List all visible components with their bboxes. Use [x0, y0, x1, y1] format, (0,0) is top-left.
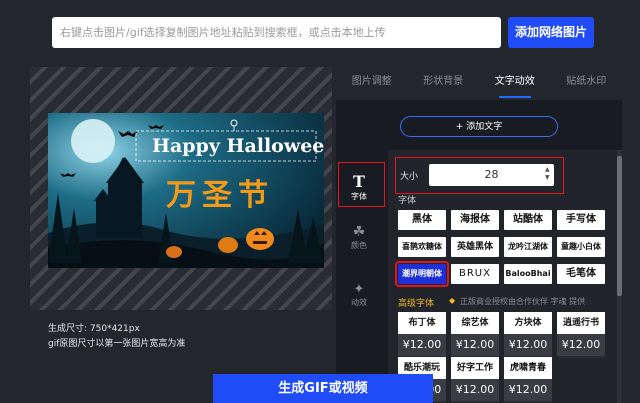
font-option-selected[interactable]: 潮界明朝体	[395, 261, 449, 287]
tab-sticker-watermark[interactable]: 贴纸水印	[551, 70, 623, 100]
font-option[interactable]: 海报体	[451, 210, 499, 230]
banner-subtitle[interactable]: 万圣节	[166, 170, 274, 214]
side-item-effect[interactable]: ✦ 动效	[336, 282, 382, 308]
size-label: 大小	[400, 172, 419, 182]
diamond-icon: ◆	[449, 296, 456, 305]
premium-font-price: ¥12.00	[398, 334, 446, 356]
add-text-button[interactable]: + 添加文字	[400, 116, 558, 137]
side-item-color-label: 颜色	[351, 241, 367, 250]
premium-font-label: 高级字体	[398, 299, 435, 309]
premium-font-note: 正版商业授权由合作伙伴 字魂 提供	[460, 297, 586, 306]
output-size-text: 生成尺寸: 750*421px	[48, 324, 140, 334]
premium-font-card[interactable]: 逍遥行书 ¥12.00	[557, 312, 605, 358]
font-option[interactable]: 站酷体	[504, 210, 552, 230]
font-option[interactable]: 毛笔体	[557, 264, 605, 284]
tab-image-adjust[interactable]: 图片调整	[336, 70, 408, 100]
premium-font-price: ¥12.00	[557, 334, 605, 356]
premium-font-price: ¥12.00	[504, 334, 552, 356]
font-option[interactable]: 手写体	[557, 210, 605, 230]
side-item-color[interactable]: ☘ 颜色	[336, 224, 382, 251]
generate-gif-video-button[interactable]: 生成GIF或视频	[213, 374, 433, 403]
sparkle-stars-icon: ✦	[353, 282, 365, 297]
premium-font-name: 好字工作	[451, 357, 499, 379]
gif-size-note: gif原图尺寸以第一张图片宽高为准	[48, 339, 186, 349]
halloween-banner-image: Happy Halloween 万圣节	[48, 113, 324, 268]
font-option[interactable]: 喜鹊欢糖体	[398, 237, 446, 257]
font-menu-highlight	[338, 162, 385, 207]
add-network-image-button[interactable]: 添加网络图片	[508, 17, 594, 48]
premium-font-price: ¥12.00	[451, 379, 499, 401]
premium-font-name: 虎啸青春	[504, 357, 552, 379]
font-section-label: 字体	[398, 196, 417, 206]
premium-font-card[interactable]: 虎啸青春 ¥12.00	[504, 357, 552, 403]
paint-bucket-icon: ☘	[352, 224, 366, 240]
image-url-search-input[interactable]: 右键点击图片/gif选择复制图片地址粘贴到搜索框，或点击本地上传	[52, 17, 501, 48]
font-option[interactable]: 童趣小白体	[557, 237, 605, 257]
font-option[interactable]: 龙吟江湖体	[504, 237, 552, 257]
tab-text-animation[interactable]: 文字动效	[479, 70, 551, 100]
font-size-stepper[interactable]: 28	[429, 164, 554, 186]
font-option[interactable]: BRUX	[451, 264, 499, 284]
stepper-arrows-icon[interactable]: ▲ ▼	[545, 166, 550, 182]
premium-font-name: 逍遥行书	[557, 312, 605, 334]
premium-font-price: ¥12.00	[451, 334, 499, 356]
premium-font-name: 综艺体	[451, 312, 499, 334]
premium-font-card[interactable]: 方块体 ¥12.00	[504, 312, 552, 358]
font-option[interactable]: 黑体	[398, 210, 446, 230]
font-option[interactable]: BalooBhai	[504, 264, 552, 284]
editor-tabs: 图片调整 形状背景 文字动效 贴纸水印	[336, 70, 622, 100]
panel-scrollbar-thumb[interactable]	[617, 156, 622, 296]
premium-font-card[interactable]: 好字工作 ¥12.00	[451, 357, 499, 403]
premium-font-name: 布丁体	[398, 312, 446, 334]
font-option[interactable]: 英雄黑体	[451, 237, 499, 257]
tab-shape-background[interactable]: 形状背景	[408, 70, 480, 100]
banner-title[interactable]: Happy Halloween	[152, 135, 324, 157]
side-item-effect-label: 动效	[351, 298, 367, 307]
premium-font-price: ¥12.00	[504, 379, 552, 401]
premium-font-name: 方块体	[504, 312, 552, 334]
premium-font-card[interactable]: 布丁体 ¥12.00	[398, 312, 446, 358]
premium-font-card[interactable]: 综艺体 ¥12.00	[451, 312, 499, 358]
